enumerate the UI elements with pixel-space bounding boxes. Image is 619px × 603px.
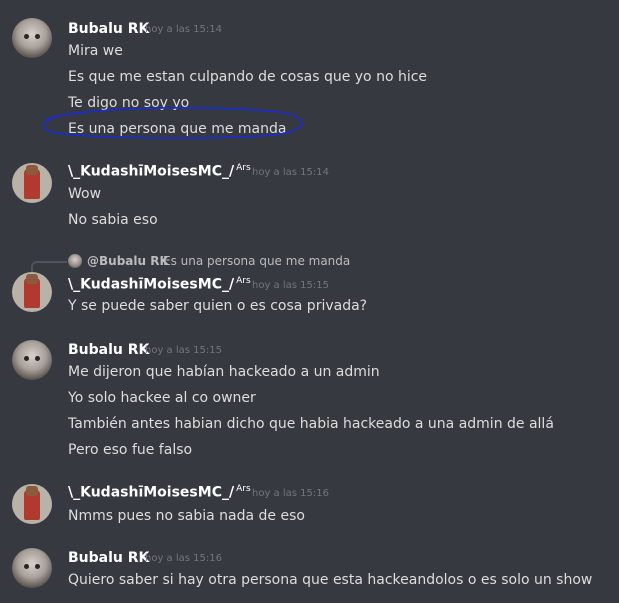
- reply-connector: [31, 261, 67, 272]
- message-text: Wow: [68, 186, 102, 202]
- avatar-bubalu[interactable]: [12, 18, 52, 58]
- avatar-bubalu[interactable]: [12, 548, 52, 588]
- reply-preview-text[interactable]: Es una persona que me manda: [163, 254, 350, 268]
- message-timestamp: hoy a las 15:14: [145, 24, 222, 35]
- username-moises[interactable]: \_KudashīMoisesMC_/Ars: [68, 276, 251, 293]
- message-timestamp: hoy a las 15:16: [145, 553, 222, 564]
- avatar-moises[interactable]: [12, 484, 52, 524]
- avatar-moises[interactable]: [12, 163, 52, 203]
- username-bubalu[interactable]: Bubalu RK: [68, 342, 149, 358]
- user-tag: Ars: [236, 276, 251, 286]
- hand-drawn-circle-annotation: [43, 107, 303, 139]
- message-text: También antes habian dicho que habia hac…: [68, 416, 554, 432]
- message-text: Y se puede saber quien o es cosa privada…: [68, 298, 368, 314]
- user-tag: Ars: [236, 484, 251, 494]
- message-text: Yo solo hackee al co owner: [68, 390, 256, 406]
- username-moises[interactable]: \_KudashīMoisesMC_/Ars: [68, 163, 251, 180]
- message-text: Quiero saber si hay otra persona que est…: [68, 572, 593, 588]
- message-timestamp: hoy a las 15:15: [145, 345, 222, 356]
- message-text: Es que me estan culpando de cosas que yo…: [68, 69, 428, 85]
- message-timestamp: hoy a las 15:14: [252, 167, 329, 178]
- message-text: Nmms pues no sabia nada de eso: [68, 508, 305, 524]
- message-text: No sabia eso: [68, 212, 158, 228]
- message-timestamp: hoy a las 15:16: [252, 488, 329, 499]
- user-tag: Ars: [236, 163, 251, 173]
- avatar-moises[interactable]: [12, 272, 52, 312]
- reply-avatar: [68, 254, 82, 268]
- message-text: Mira we: [68, 43, 123, 59]
- username-moises[interactable]: \_KudashīMoisesMC_/Ars: [68, 484, 251, 501]
- message-timestamp: hoy a las 15:15: [252, 280, 329, 291]
- message-text: Me dijeron que habían hackeado a un admi…: [68, 364, 380, 380]
- username-bubalu[interactable]: Bubalu RK: [68, 550, 149, 566]
- avatar-bubalu[interactable]: [12, 340, 52, 380]
- message-text: Pero eso fue falso: [68, 442, 193, 458]
- reply-mention[interactable]: @Bubalu RK: [87, 254, 169, 268]
- username-bubalu[interactable]: Bubalu RK: [68, 21, 149, 37]
